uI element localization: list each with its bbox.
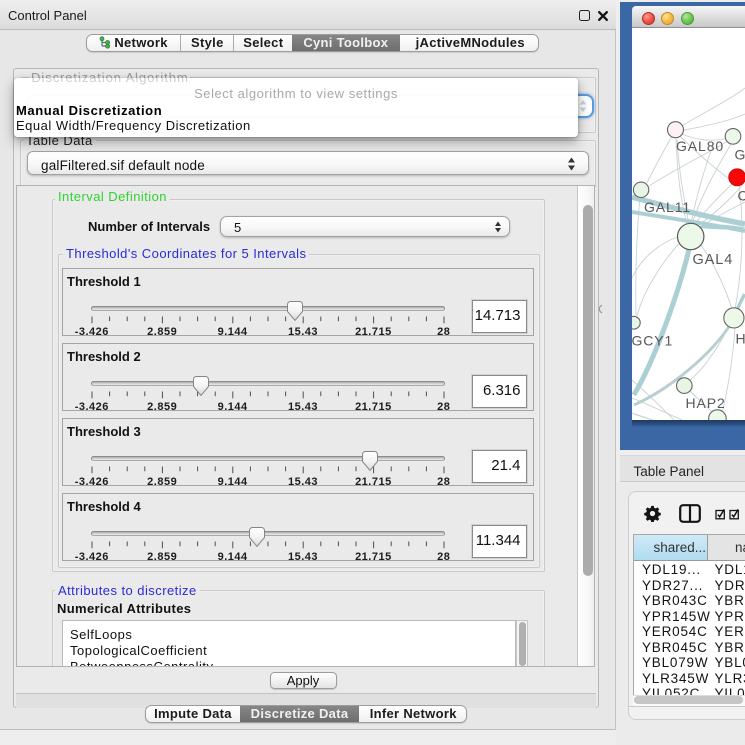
svg-text:GA: GA xyxy=(735,146,745,162)
svg-text:GAL11: GAL11 xyxy=(644,199,691,215)
svg-text:GAL4: GAL4 xyxy=(693,252,734,268)
svg-text:HAP2: HAP2 xyxy=(686,395,726,411)
svg-text:GCY1: GCY1 xyxy=(632,332,673,348)
svg-text:GAL80: GAL80 xyxy=(676,138,724,154)
svg-text:H: H xyxy=(736,330,745,346)
svg-text:C: C xyxy=(738,187,745,203)
